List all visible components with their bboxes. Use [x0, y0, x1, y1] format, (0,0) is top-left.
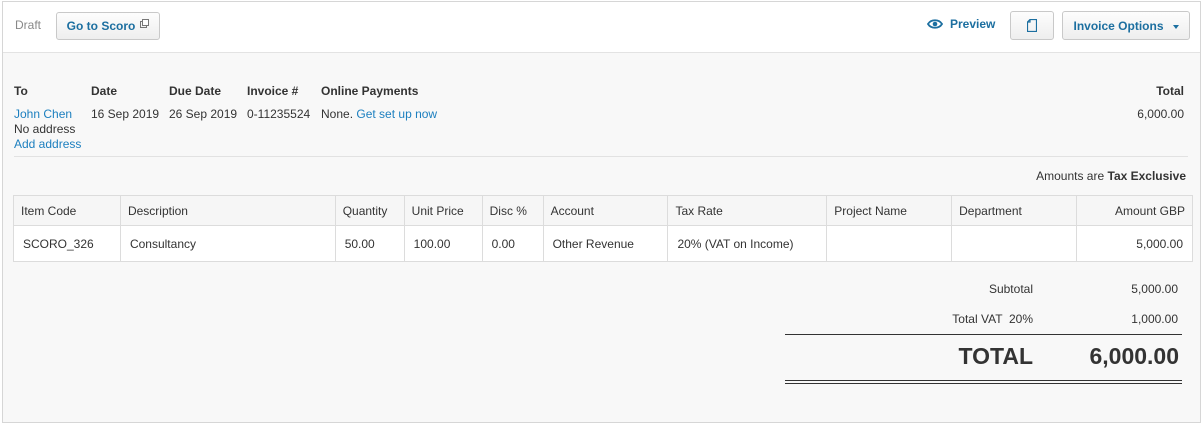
header-total-value: 6,000.00	[1137, 107, 1184, 121]
grand-total-label: TOTAL	[958, 343, 1033, 369]
column-header: Item Code	[13, 195, 121, 226]
copy-button[interactable]	[1010, 11, 1054, 40]
column-header: Description	[119, 195, 336, 226]
vat-value: 1,000.00	[1131, 312, 1178, 326]
subtotal-value: 5,000.00	[1131, 282, 1178, 296]
amounts-mode-note: Amounts are Tax Exclusive	[1036, 169, 1186, 183]
column-header: Quantity	[334, 195, 405, 226]
no-address-text: No address	[14, 122, 76, 136]
unit-price-cell[interactable]: 100.00	[403, 225, 483, 262]
total-bottom-rule	[785, 380, 1182, 381]
total-bottom-rule-double	[785, 383, 1182, 384]
project-name-cell[interactable]	[826, 225, 953, 262]
external-link-icon	[140, 18, 150, 28]
item-code-cell[interactable]: SCORO_326	[13, 225, 121, 262]
eye-icon	[927, 19, 943, 29]
account-cell[interactable]: Other Revenue	[542, 225, 669, 262]
online-payments-label: Online Payments	[321, 84, 419, 98]
online-payments-value: None. Get set up now	[321, 107, 437, 121]
line-items-table: Item Code Description Quantity Unit Pric…	[13, 195, 1193, 262]
online-payments-none: None.	[321, 107, 354, 121]
get-set-up-link[interactable]: Get set up now	[356, 107, 437, 121]
invoice-panel: Draft Go to Scoro Preview Invoice Option…	[2, 1, 1201, 423]
grand-total-value: 6,000.00	[1089, 343, 1179, 369]
table-header-row: Item Code Description Quantity Unit Pric…	[13, 195, 1193, 226]
table-row[interactable]: SCORO_326 Consultancy 50.00 100.00 0.00 …	[13, 225, 1193, 262]
tax-rate-cell[interactable]: 20% (VAT on Income)	[667, 225, 828, 262]
amount-cell[interactable]: 5,000.00	[1076, 225, 1193, 262]
status-label: Draft	[15, 18, 42, 32]
column-header: Unit Price	[403, 195, 483, 226]
amounts-mode[interactable]: Tax Exclusive	[1108, 169, 1187, 183]
total-top-rule	[785, 334, 1182, 335]
quantity-cell[interactable]: 50.00	[334, 225, 405, 262]
department-cell[interactable]	[951, 225, 1078, 262]
column-header: Tax Rate	[667, 195, 828, 226]
due-date: 26 Sep 2019	[169, 107, 238, 121]
invoice-options-button[interactable]: Invoice Options	[1062, 11, 1190, 40]
go-to-scoro-label: Go to Scoro	[66, 19, 136, 33]
invoice-options-label: Invoice Options	[1073, 18, 1164, 33]
column-header: Account	[542, 195, 669, 226]
date-label: Date	[91, 84, 118, 98]
to-label: To	[14, 84, 28, 98]
invoice-toolbar: Draft Go to Scoro Preview Invoice Option…	[3, 2, 1200, 53]
copy-icon	[1027, 19, 1037, 32]
description-cell[interactable]: Consultancy	[119, 225, 336, 262]
chevron-down-icon	[1172, 24, 1179, 29]
preview-label: Preview	[950, 17, 996, 31]
preview-button[interactable]: Preview	[927, 17, 995, 31]
amounts-prefix: Amounts are	[1036, 169, 1105, 183]
go-to-scoro-button[interactable]: Go to Scoro	[56, 12, 160, 40]
column-header: Project Name	[826, 195, 953, 226]
invoice-number-label: Invoice #	[247, 84, 299, 98]
subtotal-label: Subtotal	[988, 282, 1033, 296]
column-header: Disc %	[481, 195, 544, 226]
total-label: Total	[1156, 84, 1184, 98]
due-date-label: Due Date	[169, 84, 222, 98]
add-address-link[interactable]: Add address	[14, 137, 81, 151]
invoice-date: 16 Sep 2019	[91, 107, 160, 121]
invoice-number: 0-11235524	[247, 107, 311, 121]
vat-label: Total VAT 20%	[952, 312, 1033, 326]
discount-cell[interactable]: 0.00	[481, 225, 544, 262]
column-header: Department	[951, 195, 1078, 226]
contact-link[interactable]: John Chen	[14, 107, 72, 121]
column-header: Amount GBP	[1076, 195, 1193, 226]
divider	[14, 156, 1188, 157]
